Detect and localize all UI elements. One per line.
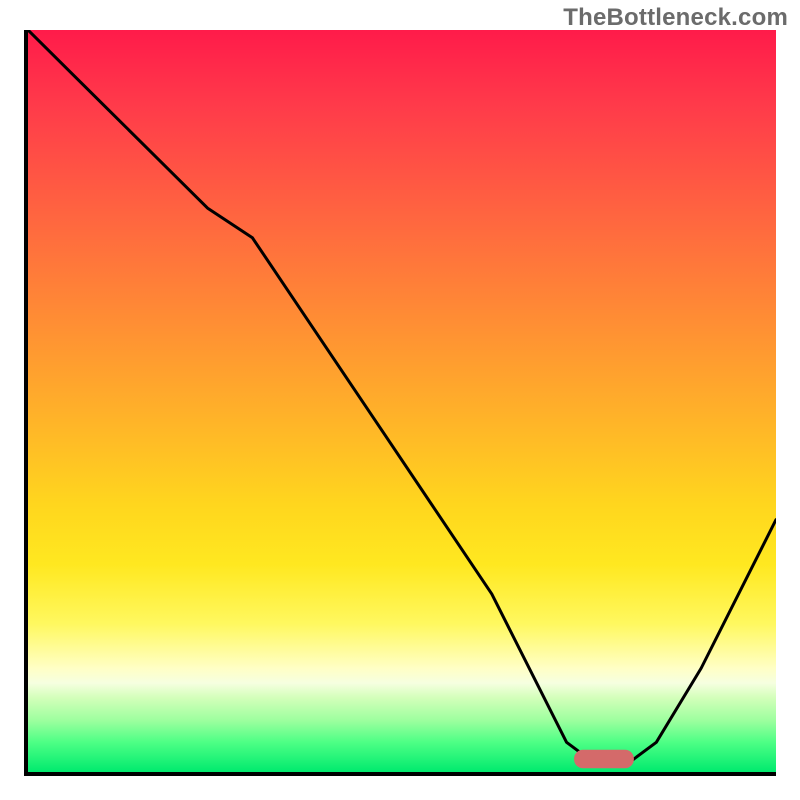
chart-canvas: TheBottleneck.com	[0, 0, 800, 800]
watermark-label: TheBottleneck.com	[563, 4, 788, 32]
bottleneck-curve	[28, 30, 776, 765]
highlight-marker	[574, 750, 634, 769]
curve-svg	[28, 30, 776, 772]
plot-frame	[24, 30, 776, 776]
